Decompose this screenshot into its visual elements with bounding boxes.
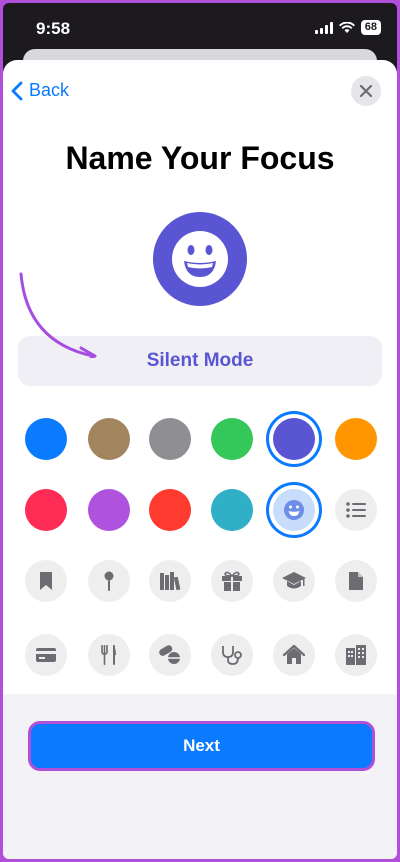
color-teal[interactable] (211, 489, 253, 531)
next-button-label: Next (183, 736, 220, 755)
sheet-footer-area (3, 694, 397, 859)
symbol-pin[interactable] (88, 560, 130, 602)
cellular-signal-icon (314, 21, 333, 34)
symbol-stethoscope[interactable] (211, 634, 253, 676)
books-icon (160, 572, 181, 591)
stethoscope-icon (222, 646, 242, 665)
symbol-books[interactable] (149, 560, 191, 602)
status-time: 9:58 (36, 19, 71, 38)
smiley-icon (284, 500, 304, 520)
pills-icon (159, 645, 180, 664)
color-red[interactable] (149, 489, 191, 531)
document-icon (349, 572, 363, 590)
smiley-icon (172, 231, 228, 287)
symbol-bookmark[interactable] (25, 560, 67, 602)
color-pink[interactable] (25, 489, 67, 531)
color-orange[interactable] (335, 418, 377, 460)
focus-icon-preview (153, 212, 247, 306)
symbol-house[interactable] (273, 634, 315, 676)
chevron-left-icon (11, 81, 23, 100)
symbol-document[interactable] (335, 560, 377, 602)
back-button-label: Back (29, 80, 70, 100)
symbol-credit-card[interactable] (25, 634, 67, 676)
close-icon (360, 85, 372, 97)
color-blue[interactable] (25, 418, 67, 460)
phone-screen: 9:58 68 Back Name Your Focus Silent Mode… (3, 3, 397, 859)
back-button[interactable]: Back (11, 80, 69, 101)
pin-icon (104, 571, 114, 591)
list-icon (346, 502, 366, 518)
symbol-list[interactable] (335, 489, 377, 531)
symbol-gift[interactable] (211, 560, 253, 602)
gift-icon (222, 571, 242, 591)
color-green[interactable] (211, 418, 253, 460)
symbol-building[interactable] (335, 634, 377, 676)
status-bar: 9:58 68 (3, 3, 397, 53)
battery-indicator: 68 (360, 20, 381, 35)
credit-card-icon (36, 648, 56, 662)
building-icon (346, 645, 366, 665)
symbol-pills[interactable] (149, 634, 191, 676)
next-button[interactable]: Next (28, 721, 375, 771)
graduation-cap-icon (282, 572, 306, 589)
symbol-fork-knife[interactable] (88, 634, 130, 676)
wifi-icon (338, 21, 355, 33)
color-brown[interactable] (88, 418, 130, 460)
color-indigo-selected[interactable] (273, 418, 315, 460)
color-purple[interactable] (88, 489, 130, 531)
house-icon (282, 644, 306, 664)
fork-knife-icon (101, 645, 116, 665)
symbol-graduation-cap[interactable] (273, 560, 315, 602)
symbol-smiley-selected[interactable] (273, 489, 315, 531)
status-icons: 68 (314, 20, 381, 35)
page-title: Name Your Focus (65, 140, 335, 176)
color-gray[interactable] (149, 418, 191, 460)
focus-name-field[interactable]: Silent Mode (18, 336, 382, 386)
bookmark-icon (40, 572, 52, 590)
close-button[interactable] (351, 76, 381, 106)
focus-setup-sheet: Back Name Your Focus Silent Mode Next (3, 60, 397, 859)
